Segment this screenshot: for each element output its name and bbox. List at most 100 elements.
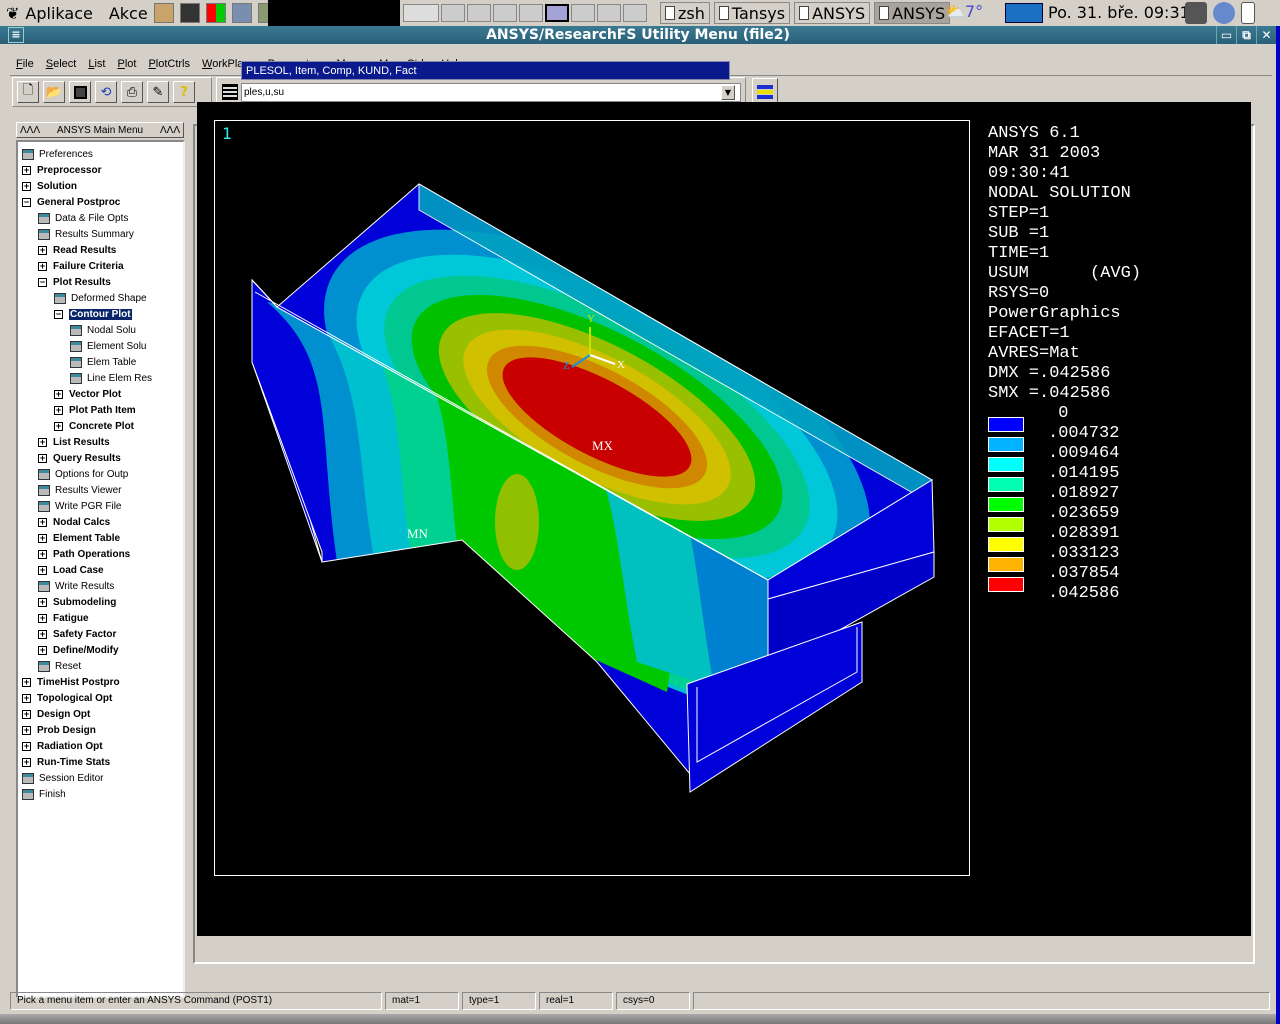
main-menu-item-solution[interactable]: + Solution: [18, 178, 183, 194]
main-menu-item-design-opt[interactable]: + Design Opt: [18, 706, 183, 722]
command-input[interactable]: ples,u,su: [241, 83, 741, 102]
dialog-icon[interactable]: [38, 660, 50, 672]
main-menu-item-plot-path-item[interactable]: + Plot Path Item: [18, 402, 183, 418]
dialog-icon[interactable]: [22, 788, 34, 800]
dialog-icon[interactable]: [70, 372, 82, 384]
main-menu-item-general-postproc[interactable]: − General Postproc: [18, 194, 183, 210]
pager-ws-7[interactable]: [571, 4, 595, 22]
main-menu-item-options-for-outp[interactable]: Options for Outp: [18, 466, 183, 482]
task-ansys-2[interactable]: ANSYS: [874, 2, 951, 24]
main-menu-item-load-case[interactable]: + Load Case: [18, 562, 183, 578]
main-menu-item-fatigue[interactable]: + Fatigue: [18, 610, 183, 626]
new-file-button[interactable]: 🗋: [17, 81, 39, 103]
expand-icon[interactable]: +: [38, 517, 47, 527]
pager-ws-9[interactable]: [623, 4, 647, 22]
main-menu-item-line-elem-res[interactable]: Line Elem Res: [18, 370, 183, 386]
dialog-icon[interactable]: [22, 148, 34, 160]
main-menu-item-safety-factor[interactable]: + Safety Factor: [18, 626, 183, 642]
expand-icon[interactable]: +: [22, 757, 31, 767]
pager-ws-4[interactable]: [493, 4, 517, 22]
color-tool-icon[interactable]: [205, 3, 226, 23]
main-menu-item-deformed-shape[interactable]: Deformed Shape: [18, 290, 183, 306]
collapse-icon[interactable]: −: [38, 277, 47, 287]
main-menu-item-element-solu[interactable]: Element Solu: [18, 338, 183, 354]
report-button[interactable]: ✎: [147, 81, 169, 103]
pager-ws-1[interactable]: [403, 4, 439, 22]
menu-file[interactable]: File: [16, 58, 34, 70]
dialog-icon[interactable]: [38, 212, 50, 224]
main-menu-item-query-results[interactable]: + Query Results: [18, 450, 183, 466]
workspace-pager[interactable]: [403, 2, 647, 24]
dialog-icon[interactable]: [54, 292, 66, 304]
expand-icon[interactable]: +: [38, 597, 47, 607]
pager-ws-2[interactable]: [441, 4, 465, 22]
main-menu-item-element-table[interactable]: + Element Table: [18, 530, 183, 546]
notes-icon[interactable]: [1241, 2, 1255, 24]
graphics-window[interactable]: 1 MX MN Y Z X ANSYS 6.1 MAR 31 2003 09:3…: [197, 102, 1251, 936]
expand-icon[interactable]: +: [22, 709, 31, 719]
collapse-icon[interactable]: ΛΛΛ: [160, 125, 180, 136]
dialog-icon[interactable]: [70, 324, 82, 336]
expand-icon[interactable]: +: [54, 389, 63, 399]
gnome-foot-icon[interactable]: ❦: [6, 4, 19, 23]
expand-icon[interactable]: +: [54, 421, 63, 431]
main-menu-item-preferences[interactable]: Preferences: [18, 146, 183, 162]
weather-applet[interactable]: ⛅7°: [945, 2, 983, 21]
command-history-dropdown[interactable]: ▼: [721, 85, 735, 100]
expand-icon[interactable]: +: [38, 629, 47, 639]
window-menu-icon[interactable]: ≡: [8, 27, 24, 43]
dialog-icon[interactable]: [38, 580, 50, 592]
expand-icon[interactable]: +: [22, 693, 31, 703]
main-menu-item-define-modify[interactable]: + Define/Modify: [18, 642, 183, 658]
pan-zoom-rotate-button[interactable]: ⟲: [95, 81, 117, 103]
main-menu-item-submodeling[interactable]: + Submodeling: [18, 594, 183, 610]
pager-ws-6[interactable]: [545, 4, 569, 22]
expand-icon[interactable]: +: [22, 165, 31, 175]
star-icon[interactable]: [1213, 2, 1235, 24]
dialog-icon[interactable]: [22, 772, 34, 784]
dialog-icon[interactable]: [38, 500, 50, 512]
main-menu-item-list-results[interactable]: + List Results: [18, 434, 183, 450]
menu-plotctrls[interactable]: PlotCtrls: [148, 58, 190, 70]
clock[interactable]: Po. 31. bře. 09:31: [1048, 3, 1190, 22]
help-button[interactable]: ?: [173, 81, 195, 103]
apps-menu[interactable]: Aplikace: [25, 4, 92, 23]
main-menu-item-results-viewer[interactable]: Results Viewer: [18, 482, 183, 498]
expand-icon[interactable]: +: [38, 245, 47, 255]
dialog-icon[interactable]: [38, 484, 50, 496]
main-menu-item-topological-opt[interactable]: + Topological Opt: [18, 690, 183, 706]
main-menu-item-vector-plot[interactable]: + Vector Plot: [18, 386, 183, 402]
title-bar[interactable]: ≡ ANSYS/ResearchFS Utility Menu (file2) …: [0, 26, 1276, 44]
main-menu-item-nodal-calcs[interactable]: + Nodal Calcs: [18, 514, 183, 530]
cpu-monitor[interactable]: [1005, 3, 1043, 23]
main-menu-item-run-time-stats[interactable]: + Run-Time Stats: [18, 754, 183, 770]
menu-plot[interactable]: Plot: [117, 58, 136, 70]
expand-icon[interactable]: +: [38, 533, 47, 543]
main-menu-item-timehist-postpro[interactable]: + TimeHist Postpro: [18, 674, 183, 690]
pager-ws-5[interactable]: [519, 4, 543, 22]
main-menu-header[interactable]: ΛΛΛ ANSYS Main Menu ΛΛΛ: [16, 122, 184, 138]
expand-icon[interactable]: +: [22, 741, 31, 751]
task-ansys-1[interactable]: ANSYS: [794, 2, 871, 24]
open-file-button[interactable]: 📂: [43, 81, 65, 103]
main-menu-item-finish[interactable]: Finish: [18, 786, 183, 802]
main-menu-item-nodal-solu[interactable]: Nodal Solu: [18, 322, 183, 338]
task-zsh[interactable]: zsh: [660, 2, 710, 24]
collapse-icon[interactable]: −: [54, 309, 63, 319]
expand-icon[interactable]: +: [22, 725, 31, 735]
expand-icon[interactable]: +: [22, 181, 31, 191]
editor-icon[interactable]: [231, 3, 252, 23]
expand-icon[interactable]: +: [38, 549, 47, 559]
expand-icon[interactable]: +: [38, 453, 47, 463]
main-menu-item-write-results[interactable]: Write Results: [18, 578, 183, 594]
dialog-icon[interactable]: [70, 356, 82, 368]
minimize-icon[interactable]: ▭: [1216, 26, 1236, 44]
dialog-icon[interactable]: [38, 228, 50, 240]
main-menu-item-reset[interactable]: Reset: [18, 658, 183, 674]
expand-icon[interactable]: +: [38, 565, 47, 575]
task-tansys[interactable]: Tansys: [713, 2, 791, 24]
tux-icon[interactable]: [1185, 2, 1207, 24]
pager-ws-8[interactable]: [597, 4, 621, 22]
collapse-icon[interactable]: ΛΛΛ: [20, 125, 40, 136]
expand-icon[interactable]: +: [38, 437, 47, 447]
